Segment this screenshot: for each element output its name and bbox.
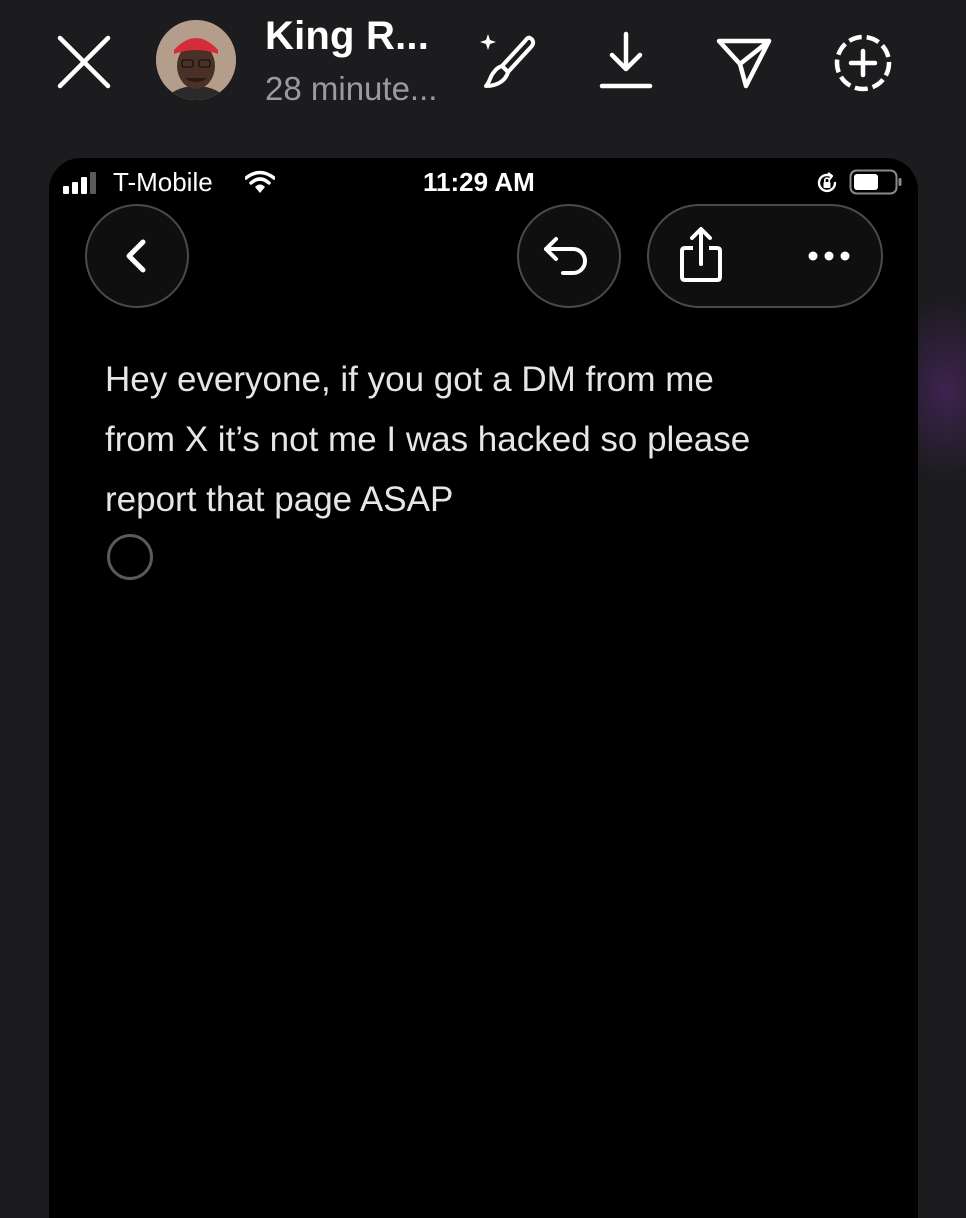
carrier-name: T-Mobile bbox=[113, 167, 213, 197]
share-more-group bbox=[647, 204, 883, 308]
add-circle-icon bbox=[834, 34, 892, 92]
share-icon bbox=[680, 227, 722, 282]
chevron-left-icon bbox=[126, 239, 146, 273]
back-button[interactable] bbox=[85, 204, 189, 308]
wifi-icon bbox=[245, 170, 275, 193]
close-icon bbox=[57, 35, 111, 89]
status-bar: T-Mobile 11:29 AM bbox=[49, 158, 918, 208]
add-to-story-button[interactable] bbox=[832, 32, 894, 94]
orientation-lock-icon bbox=[817, 172, 837, 193]
phone-screenshot: T-Mobile 11:29 AM Hey everyone, if you g… bbox=[49, 158, 918, 1218]
draw-button[interactable] bbox=[474, 28, 540, 94]
post-time: 28 minute... bbox=[265, 70, 438, 107]
story-header: King R... 28 minute... bbox=[0, 0, 966, 130]
send-icon bbox=[716, 38, 772, 89]
checklist-circle[interactable] bbox=[107, 534, 153, 580]
undo-icon bbox=[544, 237, 587, 275]
status-time: 11:29 AM bbox=[423, 167, 535, 197]
avatar-image bbox=[156, 20, 236, 100]
undo-button[interactable] bbox=[517, 204, 621, 308]
battery-icon bbox=[849, 169, 902, 195]
download-icon bbox=[599, 31, 653, 89]
note-text[interactable]: Hey everyone, if you got a DM from me fr… bbox=[105, 350, 865, 530]
close-button[interactable] bbox=[56, 34, 112, 90]
share-button[interactable] bbox=[649, 206, 753, 306]
send-button[interactable] bbox=[714, 32, 774, 92]
brush-sparkle-icon bbox=[480, 34, 536, 88]
download-button[interactable] bbox=[598, 30, 654, 92]
avatar[interactable] bbox=[156, 20, 236, 100]
signal-icon bbox=[63, 172, 96, 194]
user-name[interactable]: King R... bbox=[265, 14, 429, 59]
more-icon bbox=[808, 251, 850, 261]
more-button[interactable] bbox=[777, 206, 881, 306]
